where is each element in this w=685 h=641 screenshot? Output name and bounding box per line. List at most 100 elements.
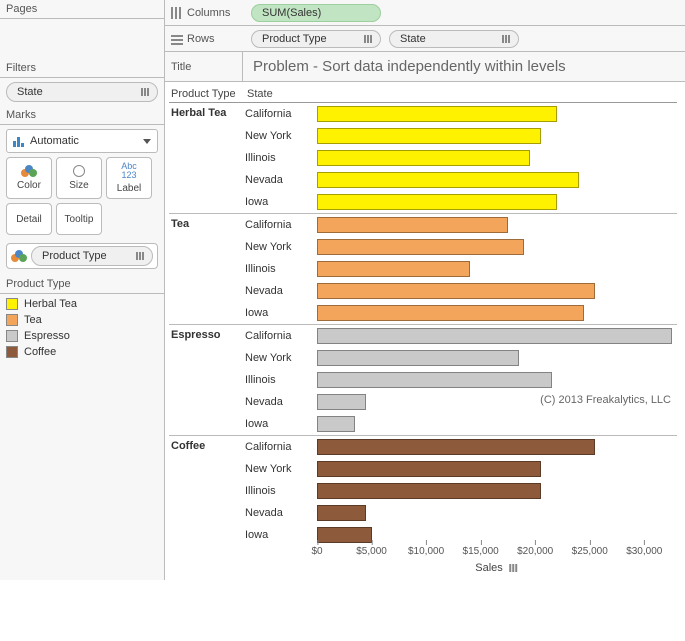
rows-label: Rows <box>187 33 215 45</box>
bar-cell <box>317 416 677 432</box>
bar-cell <box>317 261 677 277</box>
state-label[interactable]: Iowa <box>245 529 317 541</box>
sort-icon <box>507 562 519 574</box>
mark-type-dropdown[interactable]: Automatic <box>6 129 158 153</box>
axis-tick: $20,000 <box>517 546 553 557</box>
product-type-label[interactable]: Espresso <box>169 325 245 435</box>
state-label[interactable]: Iowa <box>245 196 317 208</box>
bar-cell <box>317 350 677 366</box>
product-type-label[interactable]: Coffee <box>169 436 245 546</box>
bar-mark[interactable] <box>317 439 595 455</box>
state-row: Nevada <box>245 502 677 524</box>
header-product-type[interactable]: Product Type <box>169 86 245 102</box>
product-type-label[interactable]: Herbal Tea <box>169 103 245 213</box>
state-label[interactable]: Iowa <box>245 307 317 319</box>
rows-pill-state[interactable]: State <box>389 30 519 48</box>
bar-chart-icon <box>13 135 24 147</box>
bar-mark[interactable] <box>317 328 672 344</box>
state-label[interactable]: Illinois <box>245 263 317 275</box>
marks-detail-button[interactable]: Detail <box>6 203 52 235</box>
columns-pill-sum-sales[interactable]: SUM(Sales) <box>251 4 381 22</box>
product-type-label[interactable]: Tea <box>169 214 245 324</box>
state-row: New York <box>245 236 677 258</box>
bar-mark[interactable] <box>317 483 541 499</box>
state-label[interactable]: Illinois <box>245 485 317 497</box>
sort-icon <box>500 33 512 45</box>
axis-tick: $0 <box>311 546 322 557</box>
state-label[interactable]: New York <box>245 241 317 253</box>
legend-item[interactable]: Herbal Tea <box>6 296 158 312</box>
axis-tick: $30,000 <box>626 546 662 557</box>
state-row: Nevada(C) 2013 Freakalytics, LLC <box>245 391 677 413</box>
legend-item[interactable]: Espresso <box>6 328 158 344</box>
header-state[interactable]: State <box>245 86 317 102</box>
marks-header: Marks <box>0 106 164 125</box>
rows-shelf[interactable]: Rows Product Type State <box>165 26 685 52</box>
state-row: California <box>245 103 677 125</box>
marks-label-button[interactable]: Abc123 Label <box>106 157 152 199</box>
color-pill-label: Product Type <box>42 250 107 262</box>
bar-mark[interactable] <box>317 106 557 122</box>
bar-mark[interactable] <box>317 128 541 144</box>
state-label[interactable]: Illinois <box>245 152 317 164</box>
bar-mark[interactable] <box>317 261 470 277</box>
bar-mark[interactable] <box>317 305 584 321</box>
state-row: Iowa <box>245 302 677 324</box>
marks-size-button[interactable]: Size <box>56 157 102 199</box>
bar-mark[interactable] <box>317 416 355 432</box>
filters-shelf[interactable]: State <box>0 78 164 106</box>
filter-pill-state[interactable]: State <box>6 82 158 102</box>
legend-header: Product Type <box>0 275 164 294</box>
title-value: Problem - Sort data independently within… <box>243 58 566 75</box>
bar-mark[interactable] <box>317 172 579 188</box>
rows-pill-label: Product Type <box>262 33 327 45</box>
state-label[interactable]: Nevada <box>245 396 317 408</box>
bar-cell <box>317 128 677 144</box>
bar-mark[interactable] <box>317 217 508 233</box>
state-label[interactable]: Nevada <box>245 507 317 519</box>
marks-color-button[interactable]: Color <box>6 157 52 199</box>
bar-mark[interactable] <box>317 394 366 410</box>
legend-item[interactable]: Tea <box>6 312 158 328</box>
state-label[interactable]: California <box>245 330 317 342</box>
title-bar[interactable]: Title Problem - Sort data independently … <box>165 52 685 82</box>
bar-mark[interactable] <box>317 350 519 366</box>
state-label[interactable]: Iowa <box>245 418 317 430</box>
state-label[interactable]: Nevada <box>245 285 317 297</box>
bar-mark[interactable] <box>317 527 372 543</box>
rows-pill-product-type[interactable]: Product Type <box>251 30 381 48</box>
color-pill-product-type[interactable]: Product Type <box>31 246 153 266</box>
bar-mark[interactable] <box>317 283 595 299</box>
state-label[interactable]: California <box>245 108 317 120</box>
state-label[interactable]: New York <box>245 352 317 364</box>
marks-tooltip-button[interactable]: Tooltip <box>56 203 102 235</box>
marks-tooltip-label: Tooltip <box>65 214 94 225</box>
bar-mark[interactable] <box>317 461 541 477</box>
bar-mark[interactable] <box>317 505 366 521</box>
state-row: Nevada <box>245 169 677 191</box>
axis-tick: $5,000 <box>356 546 387 557</box>
bar-mark[interactable] <box>317 194 557 210</box>
state-label[interactable]: Illinois <box>245 374 317 386</box>
legend-item[interactable]: Coffee <box>6 344 158 360</box>
state-label[interactable]: New York <box>245 130 317 142</box>
legend-label: Tea <box>24 314 42 326</box>
bar-mark[interactable] <box>317 372 552 388</box>
state-label[interactable]: California <box>245 441 317 453</box>
label-icon: Abc123 <box>121 162 137 180</box>
mark-type-label: Automatic <box>30 135 79 147</box>
columns-shelf[interactable]: Columns SUM(Sales) <box>165 0 685 26</box>
pages-shelf[interactable] <box>0 19 164 59</box>
state-row: Illinois <box>245 258 677 280</box>
product-type-group: Herbal TeaCalifornia New York Illinois Neva… <box>169 103 677 214</box>
marks-color-shelf[interactable]: Product Type <box>6 243 158 269</box>
bar-mark[interactable] <box>317 239 524 255</box>
state-label[interactable]: New York <box>245 463 317 475</box>
state-label[interactable]: California <box>245 219 317 231</box>
state-label[interactable]: Nevada <box>245 174 317 186</box>
bar-cell <box>317 328 677 344</box>
bar-mark[interactable] <box>317 150 530 166</box>
bar-cell <box>317 439 677 455</box>
bar-cell <box>317 283 677 299</box>
marks-detail-label: Detail <box>16 214 42 225</box>
